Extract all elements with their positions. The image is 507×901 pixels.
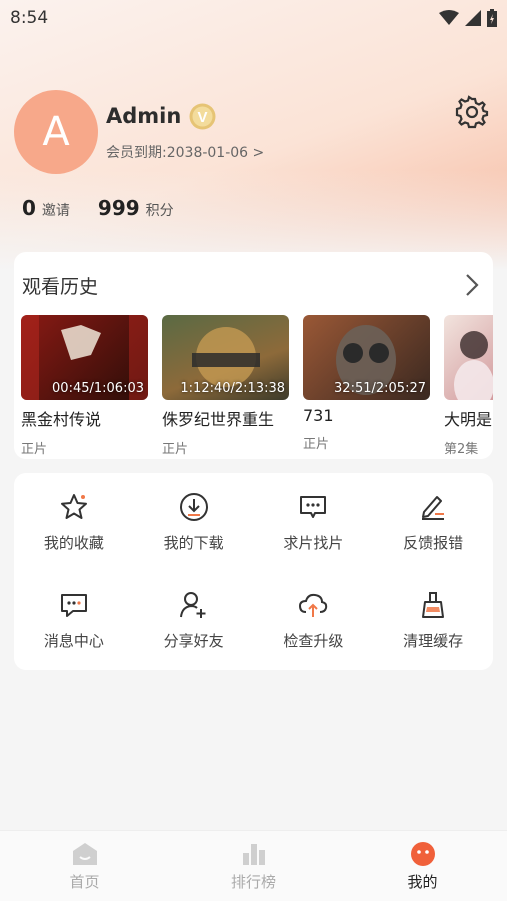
- tab-label: 排行榜: [230, 872, 276, 891]
- video-title: 侏罗纪世界重生: [162, 410, 275, 429]
- tab-home[interactable]: 首页: [0, 831, 169, 901]
- membership-expiry-link[interactable]: 会员到期:2038-01-06 >: [106, 142, 264, 162]
- watch-history-card: 观看历史 00:45/1:06:03 黑金村传说 正片 1:12:40/2:13…: [14, 252, 493, 459]
- menu-feedback[interactable]: 反馈报错: [373, 473, 493, 571]
- menu-request[interactable]: 求片找片: [254, 473, 374, 571]
- chart-icon: [242, 843, 265, 865]
- video-title: 731: [303, 406, 334, 425]
- watch-progress: 32:51/2:05:27: [334, 381, 426, 396]
- history-item[interactable]: 1:12:40/2:13:38 侏罗纪世界重生 正片: [162, 315, 289, 457]
- history-item[interactable]: 32:51/2:05:27 731 正片: [303, 315, 430, 457]
- video-title: 大明是: [444, 410, 493, 429]
- profile-face-icon: [410, 841, 435, 866]
- menu-label: 求片找片: [283, 533, 344, 552]
- menu-label: 我的下载: [163, 533, 224, 552]
- clean-brush-icon: [418, 590, 448, 620]
- video-thumbnail[interactable]: 1:12:40/2:13:38: [162, 315, 289, 400]
- cloud-upload-icon: [298, 590, 328, 620]
- points-count[interactable]: 999: [98, 196, 140, 220]
- username: Admin: [106, 104, 182, 128]
- history-list: 00:45/1:06:03 黑金村传说 正片 1:12:40/2:13:38 侏…: [21, 315, 493, 457]
- menu-label: 反馈报错: [403, 533, 464, 552]
- video-thumbnail[interactable]: 32:51/2:05:27: [303, 315, 430, 400]
- menu-messages[interactable]: 消息中心: [14, 571, 134, 669]
- video-thumbnail[interactable]: 00:45/1:06:03: [21, 315, 148, 400]
- invite-count[interactable]: 0: [22, 196, 36, 220]
- menu-clear-cache[interactable]: 清理缓存: [373, 571, 493, 669]
- battery-icon: [487, 9, 497, 27]
- watch-progress: 00:45/1:06:03: [52, 381, 144, 396]
- star-icon: [59, 492, 89, 522]
- profile-block[interactable]: A Admin V 会员到期:2038-01-06 >: [14, 90, 264, 174]
- gear-icon[interactable]: [455, 95, 489, 129]
- menu-label: 清理缓存: [403, 631, 464, 650]
- function-menu-card: 我的收藏 我的下载 求片找片 反馈报错 消息中心 分享好友 检查升级 清理缓存: [14, 473, 493, 670]
- message-icon: [59, 590, 89, 620]
- username-row: Admin V: [106, 103, 264, 130]
- menu-update[interactable]: 检查升级: [254, 571, 374, 669]
- function-grid: 我的收藏 我的下载 求片找片 反馈报错 消息中心 分享好友 检查升级 清理缓存: [14, 473, 493, 669]
- chevron-right-icon[interactable]: [465, 273, 479, 297]
- edit-feedback-icon: [418, 492, 448, 522]
- add-user-icon: [179, 590, 209, 620]
- bottom-tab-bar: 首页 排行榜 我的: [0, 830, 507, 901]
- download-icon: [179, 492, 209, 522]
- tab-ranking[interactable]: 排行榜: [169, 831, 338, 901]
- history-item[interactable]: 大明是 第2集: [444, 315, 493, 457]
- chat-request-icon: [298, 492, 328, 522]
- history-title: 观看历史: [22, 275, 99, 298]
- menu-share[interactable]: 分享好友: [134, 571, 254, 669]
- thumbnail-art: [454, 331, 493, 400]
- history-item[interactable]: 00:45/1:06:03 黑金村传说 正片: [21, 315, 148, 457]
- status-icons: [439, 9, 497, 27]
- video-episode: 正片: [21, 442, 48, 457]
- watch-progress: 1:12:40/2:13:38: [180, 381, 285, 396]
- menu-label: 分享好友: [163, 631, 224, 650]
- video-episode: 第2集: [444, 442, 479, 457]
- menu-favorites[interactable]: 我的收藏: [14, 473, 134, 571]
- home-icon: [72, 842, 97, 865]
- points-label[interactable]: 积分: [146, 200, 174, 220]
- avatar[interactable]: A: [14, 90, 98, 174]
- invite-label[interactable]: 邀请: [42, 200, 70, 220]
- stats-row: 0 邀请 999 积分: [22, 196, 174, 220]
- menu-label: 检查升级: [283, 631, 344, 650]
- wifi-icon: [439, 10, 459, 25]
- menu-label: 消息中心: [43, 631, 104, 650]
- menu-label: 我的收藏: [43, 533, 104, 552]
- signal-icon: [465, 10, 481, 26]
- tab-mine[interactable]: 我的: [338, 831, 507, 901]
- video-episode: 正片: [162, 442, 189, 457]
- tab-label: 首页: [69, 872, 100, 891]
- status-bar: 8:54: [0, 0, 507, 36]
- profile-text: Admin V 会员到期:2038-01-06 >: [106, 103, 264, 162]
- video-thumbnail[interactable]: [444, 315, 493, 400]
- menu-downloads[interactable]: 我的下载: [134, 473, 254, 571]
- tab-label: 我的: [407, 872, 438, 891]
- video-title: 黑金村传说: [21, 410, 102, 429]
- history-header[interactable]: 观看历史: [14, 252, 493, 318]
- video-episode: 正片: [303, 437, 330, 452]
- status-time: 8:54: [10, 8, 49, 28]
- vip-badge-icon: V: [189, 103, 216, 130]
- vip-badge-letter: V: [198, 109, 208, 126]
